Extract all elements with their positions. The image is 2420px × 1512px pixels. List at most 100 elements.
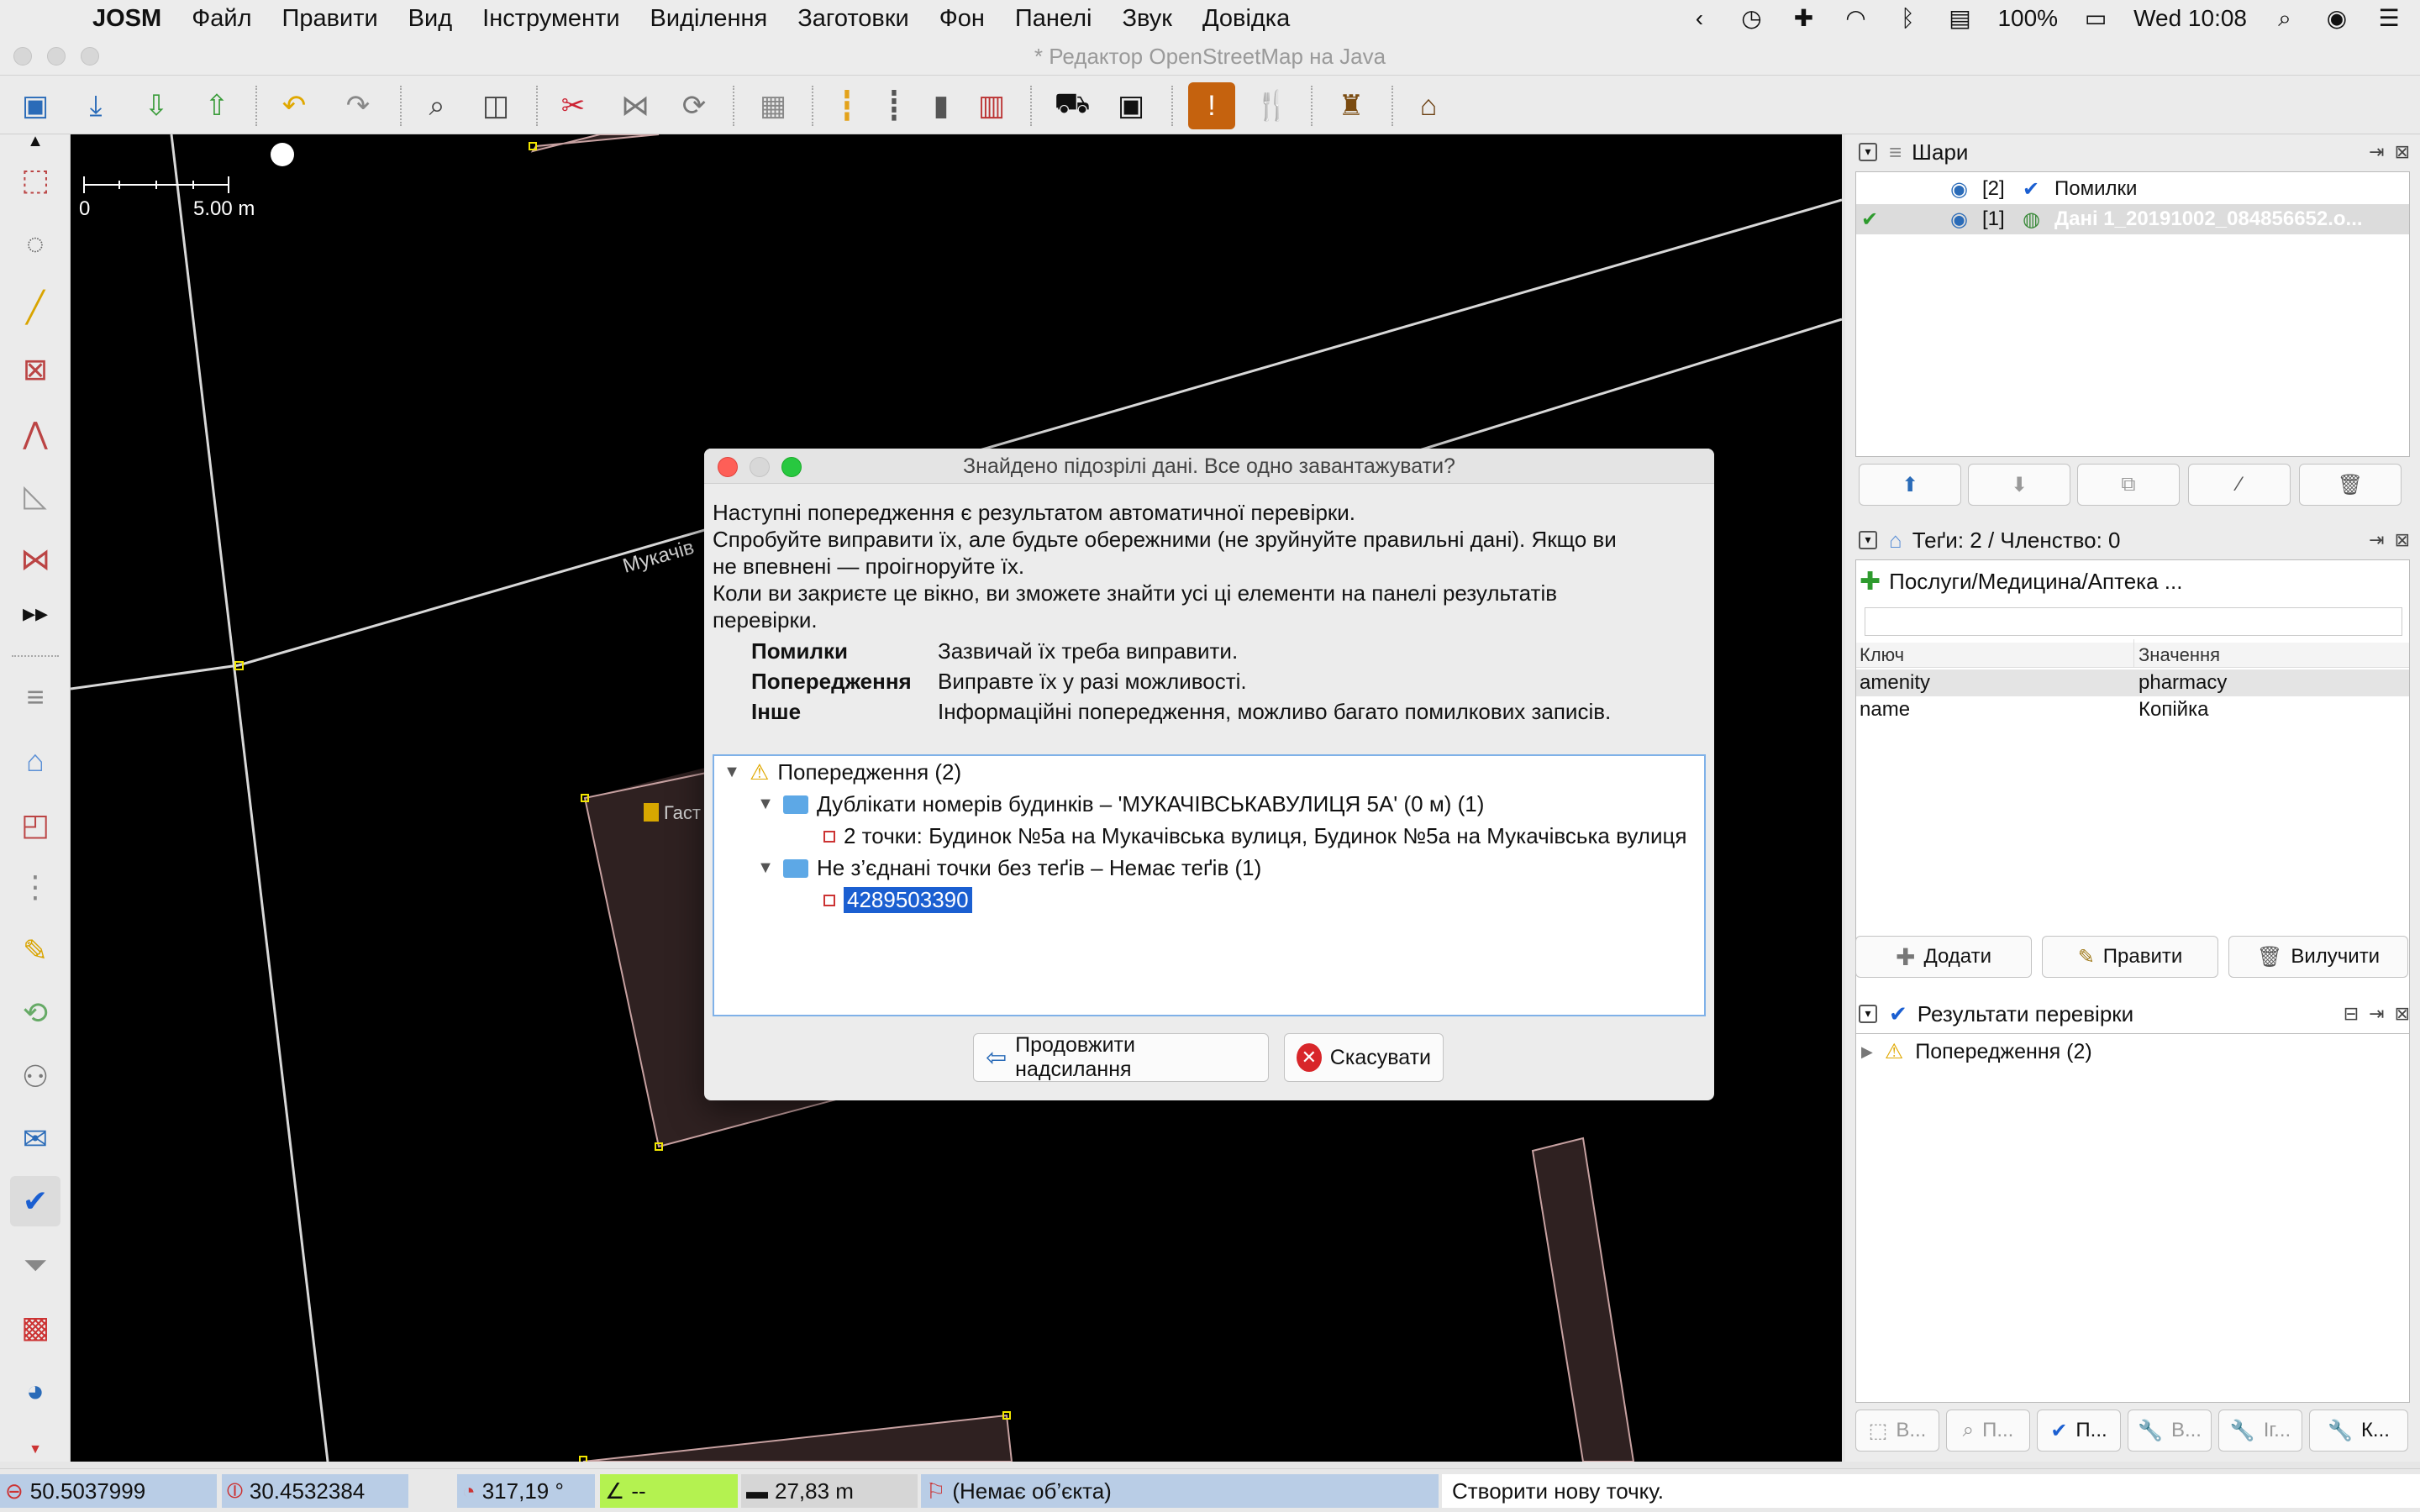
menu-imagery[interactable]: Фон bbox=[924, 5, 1000, 33]
continue-upload-button[interactable]: ⇦ Продовжити надсилання bbox=[973, 1033, 1269, 1082]
wall-preset-icon[interactable]: ▥ bbox=[968, 82, 1015, 129]
expand-triangle-icon[interactable]: ▶ bbox=[1861, 1043, 1873, 1061]
building-bottom[interactable] bbox=[582, 1414, 1013, 1462]
dock-icon[interactable]: ⇥ bbox=[2369, 141, 2384, 163]
collapse-icon[interactable]: ▾ bbox=[1859, 143, 1877, 161]
menu-presets[interactable]: Заготовки bbox=[782, 5, 923, 33]
restaurant-preset-icon[interactable]: 🍴 bbox=[1249, 82, 1296, 129]
imagery-icon[interactable]: ▦ bbox=[750, 82, 797, 129]
menu-audio[interactable]: Звук bbox=[1107, 5, 1186, 33]
layers-toggle-icon[interactable]: ≡ bbox=[10, 672, 60, 722]
validation-ignore-button[interactable]: 🔧 Іг... bbox=[2218, 1410, 2302, 1452]
wifi-icon[interactable]: ◠ bbox=[1841, 4, 1870, 33]
layer-visibility-button[interactable]: ⁄ bbox=[2188, 464, 2291, 506]
siri-icon[interactable]: ◉ bbox=[2323, 4, 2351, 33]
traffic-signal-preset-icon[interactable]: ▮ bbox=[918, 82, 965, 129]
collapse-icon[interactable]: ▾ bbox=[1859, 531, 1877, 549]
validation-select-button[interactable]: ⬚ В... bbox=[1855, 1410, 1939, 1452]
cancel-button[interactable]: ✕ Скасувати bbox=[1284, 1033, 1444, 1082]
visibility-eye-icon[interactable]: ◉ bbox=[1950, 177, 1968, 202]
dialog-close-button[interactable] bbox=[718, 457, 738, 477]
plus-cross-icon[interactable]: ✚ bbox=[1789, 4, 1818, 33]
tree-group-untagged-nodes[interactable]: ▼ Не з’єднані точки без теґів – Немає те… bbox=[756, 855, 1261, 881]
history-icon[interactable]: ⟲ bbox=[10, 988, 60, 1038]
upload-icon[interactable]: ⇧ bbox=[193, 82, 240, 129]
validation-settings-button[interactable]: 🔧 К... bbox=[2309, 1410, 2408, 1452]
building-right[interactable] bbox=[1531, 1137, 1635, 1462]
expand-triangle-icon[interactable]: ▼ bbox=[756, 795, 775, 814]
select-tool-icon[interactable]: ⬚ bbox=[10, 155, 60, 205]
move-layer-up-button[interactable]: ⬆ bbox=[1859, 464, 1961, 506]
highway-preset-icon[interactable]: ┋ bbox=[871, 82, 918, 129]
menu-selection[interactable]: Виділення bbox=[635, 5, 783, 33]
commands-icon[interactable]: ✎ bbox=[10, 926, 60, 976]
save-icon[interactable]: ⤓ bbox=[72, 82, 119, 129]
delete-tag-button[interactable]: 🗑 Вилучити bbox=[2228, 936, 2408, 978]
validation-validate-button[interactable]: ✔ П... bbox=[2037, 1410, 2121, 1452]
bus-preset-icon[interactable]: ▣ bbox=[1107, 82, 1155, 129]
pharmacy-poi-icon[interactable] bbox=[644, 803, 659, 822]
edit-tag-button[interactable]: ✎ Правити bbox=[2042, 936, 2218, 978]
tree-item-duplicate-nodes[interactable]: 2 точки: Будинок №5а на Мукачівська вули… bbox=[823, 823, 1686, 849]
bluetooth-icon[interactable]: ᛒ bbox=[1893, 4, 1922, 33]
warnings-tree[interactable]: ▼ ⚠ Попередження (2) ▼ Дублікати номерів… bbox=[713, 754, 1706, 1016]
layer-row[interactable]: ◉ [2] ✔ Помилки bbox=[1856, 174, 2409, 204]
close-icon[interactable]: ⊠ bbox=[2395, 1003, 2410, 1025]
refresh-icon[interactable]: ⟳ bbox=[671, 82, 718, 129]
tree-item-untagged-node[interactable]: 4289503390 bbox=[823, 887, 972, 913]
menu-file[interactable]: Файл bbox=[176, 5, 266, 33]
tree-group-duplicate-housenumbers[interactable]: ▼ Дублікати номерів будинків – 'МУКАЧІВС… bbox=[756, 791, 1484, 817]
expand-triangle-icon[interactable]: ▼ bbox=[723, 763, 741, 782]
validation-fix-button[interactable]: 🔧 В... bbox=[2128, 1410, 2212, 1452]
road-preset-icon[interactable]: ┇ bbox=[823, 82, 871, 129]
building-top[interactable] bbox=[530, 134, 660, 153]
layer-row-active[interactable]: ✔ ◉ [1] ◍ Дані 1_20191002_084856652.o... bbox=[1856, 204, 2409, 234]
extrude-tool-icon[interactable]: ⋈ bbox=[10, 534, 60, 585]
improve-way-tool-icon[interactable]: ⋀ bbox=[10, 408, 60, 459]
combine-way-icon[interactable]: ⋈ bbox=[612, 82, 659, 129]
collapse-icon[interactable]: ▾ bbox=[1859, 1005, 1877, 1023]
app-menu-josm[interactable]: JOSM bbox=[92, 5, 176, 33]
merge-layers-button[interactable]: ⧉ bbox=[2077, 464, 2180, 506]
tag-row[interactable]: amenity pharmacy bbox=[1856, 669, 2409, 696]
tag-row[interactable]: name Копійка bbox=[1856, 696, 2409, 723]
delete-tool-icon[interactable]: ⊠ bbox=[10, 344, 60, 395]
close-icon[interactable]: ⊠ bbox=[2395, 529, 2410, 551]
tree-root-warnings[interactable]: ▼ ⚠ Попередження (2) bbox=[723, 759, 961, 785]
map-paint-styles-icon[interactable]: ◕ bbox=[10, 1366, 60, 1416]
open-file-icon[interactable]: ▣ bbox=[12, 82, 59, 129]
options-icon[interactable]: ⊟ bbox=[2344, 1003, 2359, 1025]
time-machine-icon[interactable]: ◷ bbox=[1737, 4, 1765, 33]
scroll-down-icon[interactable]: ▼ bbox=[10, 1441, 60, 1458]
authors-icon[interactable]: ⚇ bbox=[10, 1052, 60, 1102]
more-tools-icon[interactable]: ▸▸ bbox=[10, 588, 60, 638]
dock-icon[interactable]: ⇥ bbox=[2369, 1003, 2384, 1025]
castle-preset-icon[interactable]: ♜ bbox=[1328, 82, 1375, 129]
lasso-tool-icon[interactable]: ◌ bbox=[10, 218, 60, 269]
changeset-icon[interactable]: ▩ bbox=[10, 1302, 60, 1352]
car-preset-icon[interactable]: ⛟ bbox=[1049, 82, 1096, 129]
filter-icon[interactable]: ⏷ bbox=[10, 1240, 60, 1290]
dock-icon[interactable]: ⇥ bbox=[2369, 529, 2384, 551]
selection-list-icon[interactable]: ◰ bbox=[10, 800, 60, 850]
scroll-up-icon[interactable]: ▲ bbox=[10, 132, 60, 150]
validation-lookup-button[interactable]: ⌕ П... bbox=[1946, 1410, 2030, 1452]
tag-search-field[interactable] bbox=[1865, 607, 2402, 636]
tags-toggle-icon[interactable]: ⌂ bbox=[10, 736, 60, 786]
menu-tools[interactable]: Інструменти bbox=[467, 5, 634, 33]
preferences-icon[interactable]: ◫ bbox=[472, 82, 519, 129]
redo-icon[interactable]: ↷ bbox=[334, 82, 381, 129]
expand-triangle-icon[interactable]: ▼ bbox=[756, 858, 775, 878]
dialog-zoom-button[interactable] bbox=[781, 457, 802, 477]
messages-icon[interactable]: ✉ bbox=[10, 1114, 60, 1164]
road-west[interactable] bbox=[71, 664, 239, 690]
menu-help[interactable]: Довідка bbox=[1187, 5, 1305, 33]
industrial-preset-icon[interactable]: ⌂ bbox=[1405, 82, 1452, 129]
menu-windows[interactable]: Панелі bbox=[1000, 5, 1107, 33]
dialog-minimize-button[interactable] bbox=[750, 457, 770, 477]
delete-layer-button[interactable]: 🗑 bbox=[2299, 464, 2402, 506]
road-vertical[interactable] bbox=[170, 134, 329, 1462]
relations-icon[interactable]: ⋮ bbox=[10, 862, 60, 912]
menu-view[interactable]: Вид bbox=[393, 5, 467, 33]
zoom-to-selection-icon[interactable]: ⌕ bbox=[413, 82, 460, 129]
